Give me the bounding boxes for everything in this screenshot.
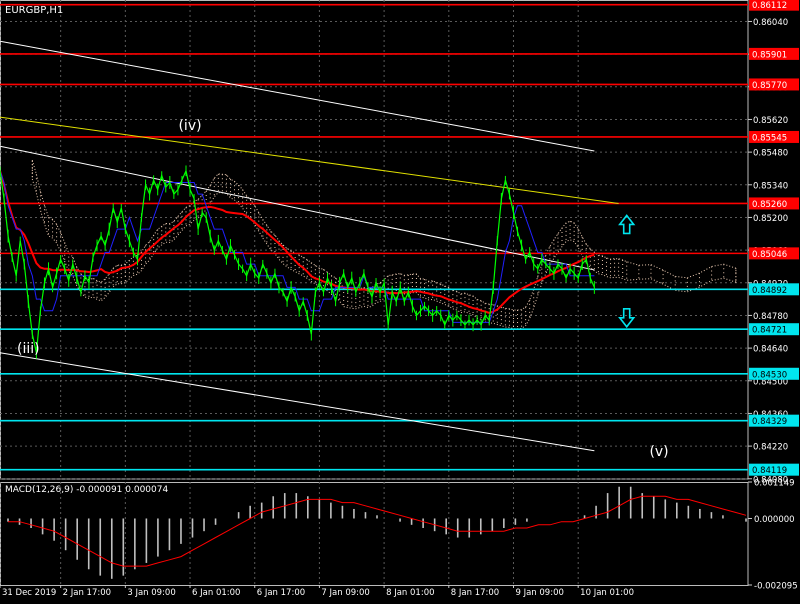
chart-root: (iv)(iii)(v) 0.860400.859000.857600.8562… — [0, 0, 800, 600]
price-tick-label: 0.85620 — [753, 116, 788, 126]
price-tag-label: 0.84119 — [752, 466, 787, 476]
support-level-tag: 0.84329 — [749, 414, 799, 427]
support-level-tag: 0.84530 — [749, 367, 799, 380]
time-tick-label: 31 Dec 2019 — [2, 588, 56, 598]
price-tag-label: 0.84530 — [752, 370, 787, 380]
time-tick-label: 2 Jan 17:00 — [63, 588, 111, 598]
wave-label: (v) — [649, 444, 668, 460]
time-tick-label: 9 Jan 09:00 — [515, 588, 563, 598]
support-level-tag: 0.84119 — [749, 463, 799, 476]
resistance-level-tag: 0.85770 — [749, 78, 799, 91]
price-tick-label: 0.85200 — [753, 214, 788, 224]
price-tag-label: 0.85901 — [752, 50, 787, 60]
macd-tick-label: -0.002095 — [754, 582, 798, 592]
price-tick-label: 0.84780 — [753, 312, 788, 322]
window-title: EURGBP,H1 — [5, 5, 63, 16]
time-tick-label: 6 Jan 01:00 — [192, 588, 240, 598]
price-tag-label: 0.84329 — [752, 417, 787, 427]
price-tag-label: 0.86112 — [752, 1, 787, 11]
price-tick-label: 0.85480 — [753, 149, 788, 159]
support-level-tag: 0.84892 — [749, 283, 799, 296]
resistance-level-tag: 0.85545 — [749, 130, 799, 143]
resistance-level-tag: 0.86112 — [749, 0, 799, 11]
price-tick-label: 0.84640 — [753, 345, 788, 355]
time-tick-label: 7 Jan 09:00 — [321, 588, 369, 598]
wave-label: (iii) — [17, 341, 40, 357]
time-tick-label: 6 Jan 17:00 — [257, 588, 305, 598]
time-tick-label: 8 Jan 17:00 — [451, 588, 499, 598]
support-level-tag: 0.84721 — [749, 323, 799, 336]
macd-tick-label: 0.001149 — [754, 479, 795, 489]
price-tag-label: 0.85545 — [752, 133, 787, 143]
price-tick-label: 0.86040 — [753, 18, 788, 28]
time-tick-label: 8 Jan 01:00 — [386, 588, 434, 598]
resistance-level-tag: 0.85260 — [749, 197, 799, 210]
wave-label: (iv) — [178, 118, 201, 134]
price-tag-label: 0.84892 — [752, 286, 787, 296]
macd-tick-label: 0.000000 — [754, 515, 795, 525]
price-tag-label: 0.84721 — [752, 326, 787, 336]
time-tick-label: 10 Jan 01:00 — [580, 588, 634, 598]
price-tag-label: 0.85260 — [752, 200, 787, 210]
price-tag-label: 0.85770 — [752, 81, 787, 91]
time-tick-label: 3 Jan 09:00 — [127, 588, 175, 598]
resistance-level-tag: 0.85901 — [749, 47, 799, 60]
resistance-level-tag: 0.85046 — [749, 247, 799, 260]
price-tag-label: 0.85046 — [752, 250, 787, 260]
price-tick-label: 0.84220 — [753, 443, 788, 453]
macd-label: MACD(12,26,9) -0.000091 0.000074 — [5, 485, 168, 495]
chart-background — [0, 0, 800, 600]
price-tick-label: 0.85340 — [753, 181, 788, 191]
trading-chart[interactable]: (iv)(iii)(v) 0.860400.859000.857600.8562… — [0, 0, 800, 600]
